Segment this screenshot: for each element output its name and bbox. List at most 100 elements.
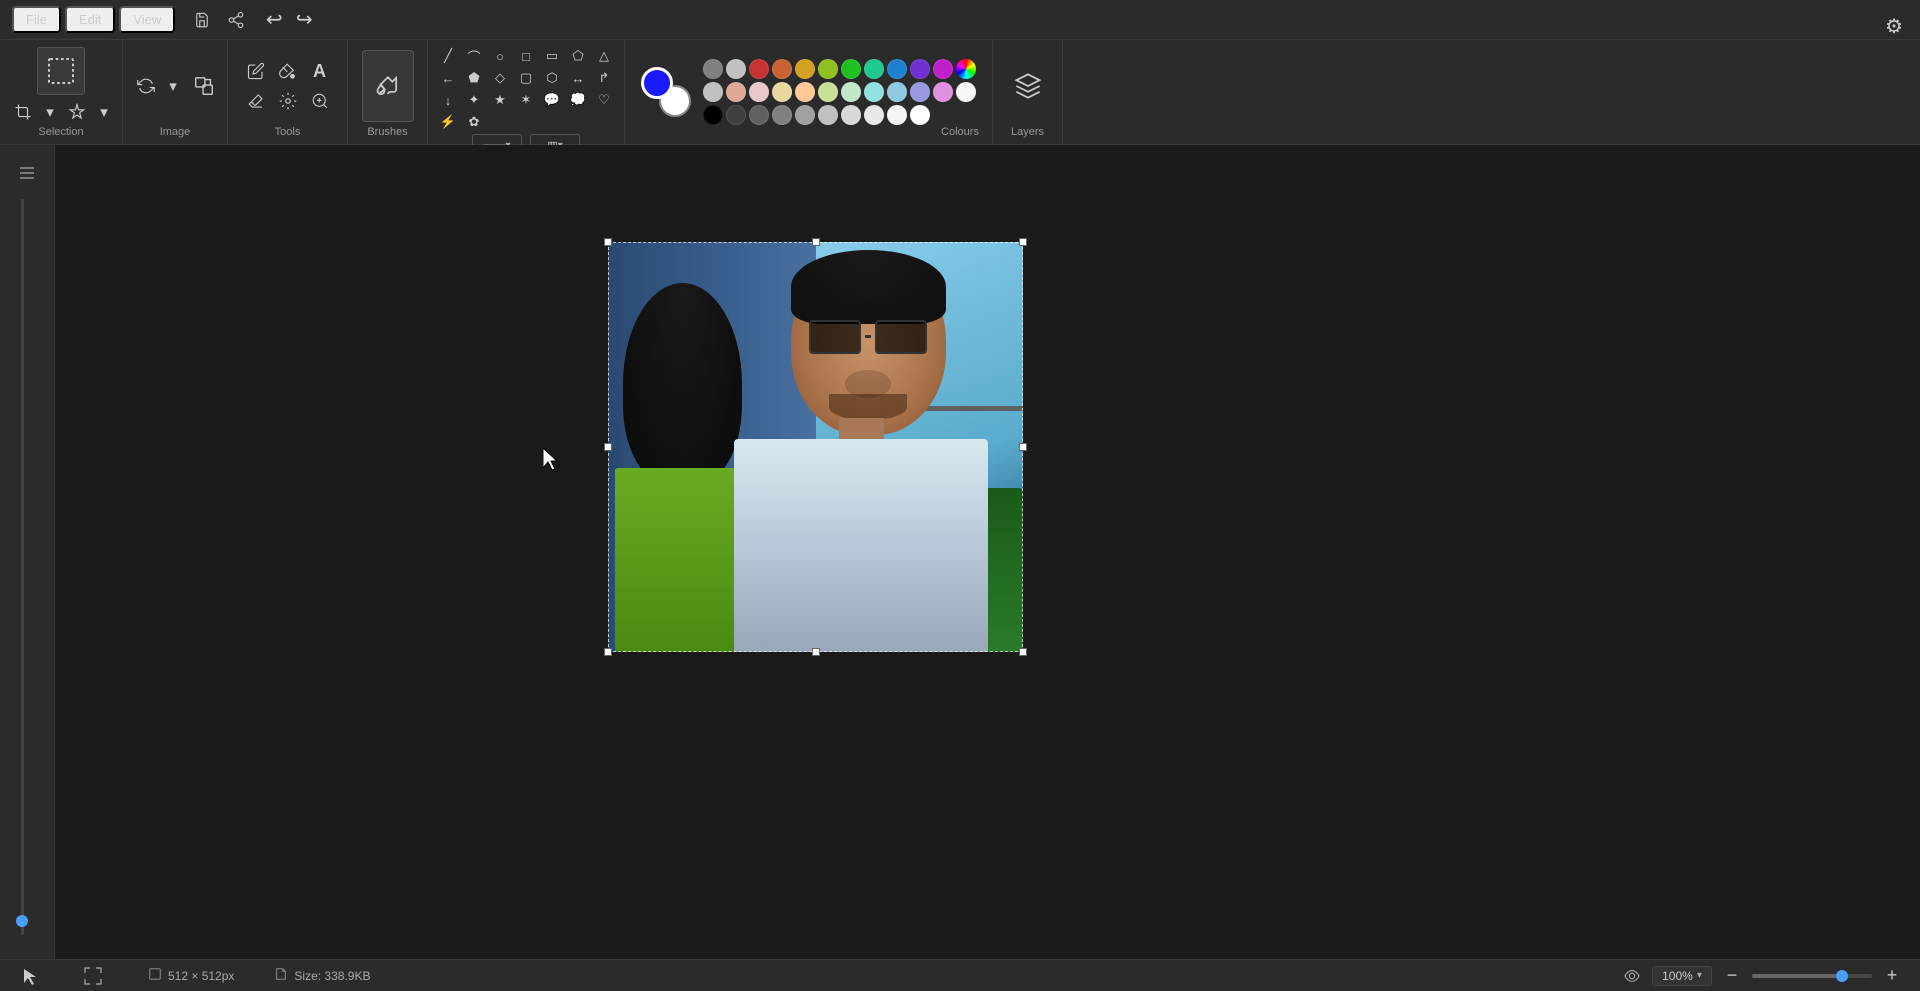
arrow-tool-status[interactable]	[16, 963, 46, 989]
color-dark-gray1[interactable]	[726, 105, 746, 125]
select-rect-button[interactable]	[37, 47, 85, 95]
color-near-white[interactable]	[956, 82, 976, 102]
foreground-color-swatch[interactable]	[641, 67, 673, 99]
shape-extra[interactable]: ✿	[462, 112, 486, 132]
color-teal[interactable]	[864, 59, 884, 79]
shape-callout-rect[interactable]: 💬	[540, 90, 564, 110]
color-magenta[interactable]	[933, 59, 953, 79]
shape-rect2[interactable]: ▭	[540, 46, 564, 66]
color-peach[interactable]	[795, 82, 815, 102]
rotate-dropdown[interactable]: ▾	[163, 73, 183, 99]
menu-view[interactable]: View	[119, 6, 175, 33]
shape-oval[interactable]: ○	[488, 46, 512, 66]
color-lavender[interactable]	[910, 82, 930, 102]
selection-mode-button[interactable]	[62, 99, 92, 125]
shape-6star[interactable]: ✶	[514, 90, 538, 110]
settings-button[interactable]: ⚙	[1878, 10, 1910, 42]
zoom-eye-btn[interactable]	[1620, 964, 1644, 988]
shape-arrow-left[interactable]: ←	[436, 68, 460, 88]
color-picker-button[interactable]	[273, 88, 303, 114]
handle-bot-mid[interactable]	[812, 648, 820, 656]
redo-button[interactable]: ↪	[289, 7, 319, 33]
color-dark-gray2[interactable]	[749, 105, 769, 125]
shape-rounded-rect[interactable]: ▢	[514, 68, 538, 88]
color-red[interactable]	[749, 59, 769, 79]
shape-callout-oval[interactable]: 💭	[566, 90, 590, 110]
handle-bot-left[interactable]	[604, 648, 612, 656]
opacity-slider-thumb[interactable]	[16, 915, 28, 927]
shape-diagonal[interactable]: ⬠	[566, 46, 590, 66]
color-gray[interactable]	[703, 59, 723, 79]
color-silver[interactable]	[726, 59, 746, 79]
undo-button[interactable]: ↩	[259, 7, 289, 33]
shape-5star[interactable]: ★	[488, 90, 512, 110]
crop-button[interactable]	[8, 99, 38, 125]
brush-main-button[interactable]	[362, 50, 414, 122]
opacity-slider[interactable]	[14, 195, 30, 939]
color-light-gray[interactable]	[703, 82, 723, 102]
color-purple[interactable]	[910, 59, 930, 79]
select-arrow-dropdown[interactable]: ▾	[40, 99, 60, 125]
shape-4star[interactable]: ✦	[462, 90, 486, 110]
zoom-slider-thumb[interactable]	[1836, 970, 1848, 982]
zoom-button[interactable]	[305, 88, 335, 114]
text-button[interactable]: A	[305, 58, 335, 84]
color-near-white2[interactable]	[887, 105, 907, 125]
rotate-flip-button[interactable]	[131, 73, 161, 99]
shape-rect[interactable]: □	[514, 46, 538, 66]
layers-button[interactable]	[1013, 73, 1043, 99]
color-white[interactable]	[910, 105, 930, 125]
shape-lightning[interactable]: ⚡	[436, 112, 460, 132]
handle-bot-right[interactable]	[1019, 648, 1027, 656]
color-gray2[interactable]	[795, 105, 815, 125]
color-rainbow[interactable]	[956, 59, 976, 79]
color-yellow-green[interactable]	[818, 59, 838, 79]
shape-pentagon[interactable]: ⬟	[462, 68, 486, 88]
handle-top-mid[interactable]	[812, 238, 820, 246]
shape-corner-arrow[interactable]: ↱	[592, 68, 616, 88]
menu-file[interactable]: File	[12, 6, 61, 33]
pencil-button[interactable]	[241, 58, 271, 84]
color-very-light-gray[interactable]	[864, 105, 884, 125]
shape-curve[interactable]: ⌒	[462, 46, 486, 66]
color-sky[interactable]	[887, 82, 907, 102]
shape-triangle[interactable]: △	[592, 46, 616, 66]
opacity-slider-track[interactable]	[21, 199, 24, 935]
shape-heart[interactable]: ♡	[592, 90, 616, 110]
sidebar-layers-btn[interactable]	[9, 157, 45, 189]
menu-edit[interactable]: Edit	[65, 6, 115, 33]
zoom-slider-track[interactable]	[1752, 974, 1872, 978]
shape-line[interactable]: ╱	[436, 46, 460, 66]
color-mint[interactable]	[841, 82, 861, 102]
shape-diamond[interactable]: ◇	[488, 68, 512, 88]
save-button[interactable]	[187, 7, 217, 33]
shape-down-arrow[interactable]: ↓	[436, 90, 460, 110]
handle-top-right[interactable]	[1019, 238, 1027, 246]
fullscreen-button[interactable]	[78, 963, 108, 989]
color-light-green[interactable]	[818, 82, 838, 102]
resize-button[interactable]	[189, 73, 219, 99]
color-orange-red[interactable]	[772, 59, 792, 79]
canvas-image-container[interactable]	[608, 242, 1023, 652]
color-yellow[interactable]	[795, 59, 815, 79]
color-mid-gray[interactable]	[772, 105, 792, 125]
shape-arrow-both[interactable]: ↔	[566, 68, 590, 88]
zoom-out-button[interactable]: −	[1720, 964, 1744, 988]
color-pink-light[interactable]	[749, 82, 769, 102]
color-black[interactable]	[703, 105, 723, 125]
shape-shield[interactable]: ⬡	[540, 68, 564, 88]
share-button[interactable]	[221, 7, 251, 33]
color-green[interactable]	[841, 59, 861, 79]
color-blue[interactable]	[887, 59, 907, 79]
fill-button[interactable]	[273, 58, 303, 84]
handle-top-left[interactable]	[604, 238, 612, 246]
handle-mid-right[interactable]	[1019, 443, 1027, 451]
magic-select-dropdown[interactable]: ▾	[94, 99, 114, 125]
color-cream[interactable]	[772, 82, 792, 102]
eraser-button[interactable]	[241, 88, 271, 114]
zoom-level-display[interactable]: 100% ▾	[1652, 966, 1712, 986]
zoom-in-button[interactable]: +	[1880, 964, 1904, 988]
color-light-cyan[interactable]	[864, 82, 884, 102]
color-lighter-gray[interactable]	[841, 105, 861, 125]
color-skin[interactable]	[726, 82, 746, 102]
